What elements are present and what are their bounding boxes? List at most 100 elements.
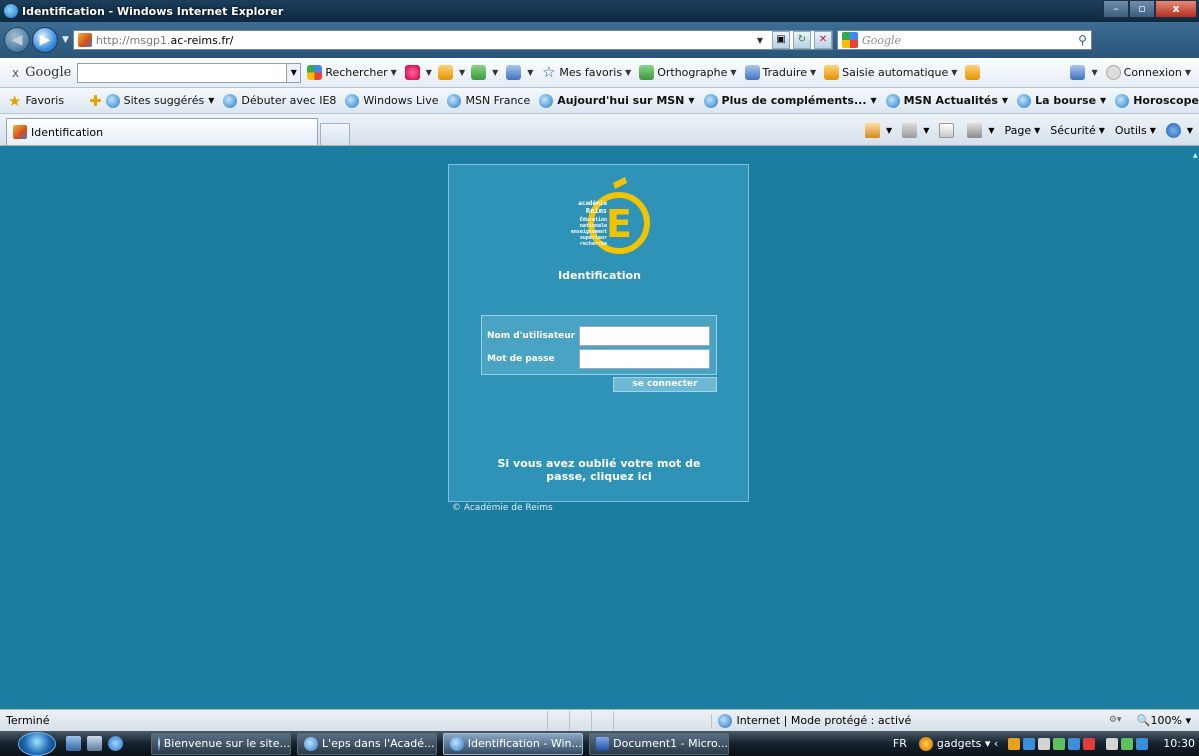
language-indicator[interactable]: FR bbox=[893, 737, 907, 750]
login-panel: E académie Reims Éducation nationale ens… bbox=[448, 164, 749, 502]
search-field[interactable]: Google ⚲ bbox=[836, 30, 1092, 50]
taskbar-button-active[interactable]: Identification - Win... bbox=[443, 732, 583, 755]
close-button[interactable]: x bbox=[1155, 0, 1197, 18]
popup-blocker-button[interactable]: ▼ bbox=[506, 65, 533, 80]
forward-button[interactable]: ▶ bbox=[32, 27, 58, 53]
orthographe-button[interactable]: Orthographe ▼ bbox=[639, 65, 737, 80]
new-tab-button[interactable] bbox=[320, 123, 350, 145]
page-menu[interactable]: Page ▼ bbox=[1005, 124, 1041, 137]
traduire-label: Traduire bbox=[762, 66, 807, 79]
fav-sites-suggeres[interactable]: Sites suggérés ▼ bbox=[105, 93, 214, 108]
window-controls: – ▫ x bbox=[1103, 0, 1197, 18]
google-search-dropdown-icon[interactable]: ▼ bbox=[287, 62, 302, 83]
ie-page-icon bbox=[447, 93, 462, 108]
search-icon[interactable]: ⚲ bbox=[1078, 33, 1087, 47]
ie-icon bbox=[304, 736, 318, 751]
taskbar-button[interactable]: Document1 - Micro... bbox=[589, 732, 729, 755]
ie-page-icon bbox=[1017, 93, 1032, 108]
ie-page-icon bbox=[885, 93, 900, 108]
outils-menu[interactable]: Outils ▼ bbox=[1115, 124, 1156, 137]
fav-windows-live[interactable]: Windows Live bbox=[345, 93, 438, 108]
fav-msn-france[interactable]: MSN France bbox=[447, 93, 530, 108]
ie-icon bbox=[158, 736, 160, 751]
login-button[interactable]: se connecter bbox=[613, 377, 717, 392]
rechercher-button[interactable]: Rechercher ▼ bbox=[307, 65, 397, 80]
protected-mode-icon[interactable]: ⚙▾ bbox=[1109, 715, 1123, 727]
refresh-icon[interactable]: ↻ bbox=[792, 31, 811, 49]
svg-text:supérieur: supérieur bbox=[580, 234, 607, 241]
mail-button[interactable] bbox=[939, 122, 957, 138]
user-circle-icon bbox=[1105, 65, 1121, 80]
connexion-button[interactable]: Connexion ▼ bbox=[1105, 65, 1191, 80]
rechercher-label: Rechercher bbox=[325, 66, 388, 79]
fav-aujourdhui-msn[interactable]: Aujourd'hui sur MSN ▼ bbox=[539, 93, 695, 108]
fav-debuter-ie8[interactable]: Débuter avec IE8 bbox=[223, 93, 336, 108]
securite-menu[interactable]: Sécurité ▼ bbox=[1050, 124, 1105, 137]
feeds-button[interactable]: ▼ bbox=[902, 122, 929, 138]
globe-icon bbox=[718, 713, 733, 728]
traduire-button[interactable]: Traduire ▼ bbox=[744, 65, 816, 80]
page-content: E académie Reims Éducation nationale ens… bbox=[0, 146, 1199, 709]
mes-favoris-button[interactable]: ☆ Mes favoris ▼ bbox=[541, 65, 631, 80]
ie-icon bbox=[450, 736, 464, 751]
forgot-password-link[interactable]: Si vous avez oublié votre mot de passe, … bbox=[479, 457, 719, 483]
switch-windows-icon[interactable] bbox=[87, 736, 102, 751]
fav-la-bourse[interactable]: La bourse ▼ bbox=[1017, 93, 1106, 108]
vertical-scrollbar[interactable]: ▲ bbox=[1193, 146, 1199, 709]
fav-horoscope[interactable]: Horoscope▼ bbox=[1115, 93, 1199, 108]
plus-icon bbox=[471, 65, 487, 80]
close-toolbar-button[interactable]: x bbox=[12, 66, 19, 80]
copyright-text: © Académie de Reims bbox=[452, 503, 553, 513]
tab-label: Identification bbox=[31, 125, 104, 139]
status-cells bbox=[547, 710, 635, 731]
address-field[interactable]: http://msgp1.ac-reims.fr/ ▼ ▣ ↻ ✕ bbox=[72, 30, 833, 50]
home-icon bbox=[865, 122, 881, 138]
saisie-automatique-button[interactable]: Saisie automatique ▼ bbox=[824, 65, 983, 80]
printer-icon bbox=[967, 122, 983, 138]
favoris-button[interactable]: Favoris bbox=[25, 94, 64, 107]
toolbar-extras[interactable]: ▼ ▼ ▼ bbox=[404, 65, 498, 80]
taskbar-button[interactable]: Bienvenue sur le site... bbox=[151, 732, 291, 755]
taskbar-button[interactable]: L'eps dans l'Acadé... bbox=[297, 732, 437, 755]
password-label: Mot de passe bbox=[487, 354, 555, 364]
google-toolbar: x Google ▼ Rechercher ▼ ▼ ▼ ▼ ▼ ☆ Mes fav… bbox=[0, 58, 1199, 88]
forgot-line-1: Si vous avez oublié votre mot de bbox=[497, 457, 701, 470]
gadgets-button[interactable]: gadgets ▾ ‹ bbox=[918, 736, 998, 751]
scroll-up-icon[interactable]: ▲ bbox=[1193, 152, 1199, 159]
orthographe-label: Orthographe bbox=[657, 66, 728, 79]
favorites-star-icon: ★ bbox=[8, 91, 22, 110]
stop-icon[interactable]: ✕ bbox=[813, 31, 832, 49]
fav-plus-complements[interactable]: Plus de compléments... ▼ bbox=[703, 93, 877, 108]
settings-wrench-button[interactable]: ▼ bbox=[1070, 65, 1098, 80]
add-favorite-icon[interactable]: ✚ bbox=[89, 92, 102, 110]
maximize-button[interactable]: ▫ bbox=[1129, 0, 1155, 18]
history-dropdown-icon[interactable]: ▼ bbox=[62, 35, 69, 45]
clock[interactable]: 10:30 bbox=[1163, 737, 1195, 750]
print-button[interactable]: ▼ bbox=[967, 122, 995, 138]
security-zone[interactable]: Internet | Mode protégé : activé bbox=[711, 713, 911, 728]
google-search-input[interactable] bbox=[77, 62, 288, 83]
username-input[interactable] bbox=[579, 326, 710, 346]
password-input[interactable] bbox=[579, 349, 710, 369]
favorites-bar: ★ Favoris ✚ Sites suggérés ▼ Débuter avec… bbox=[0, 88, 1199, 114]
address-dropdown-icon[interactable]: ▼ bbox=[757, 36, 769, 45]
ie-quicklaunch-icon[interactable] bbox=[108, 736, 123, 751]
tab-identification[interactable]: Identification bbox=[6, 118, 318, 145]
help-button[interactable]: ▼ bbox=[1165, 122, 1193, 138]
translate-icon bbox=[744, 65, 760, 80]
zoom-level[interactable]: 🔍100% ▾ bbox=[1137, 714, 1191, 727]
start-button[interactable] bbox=[18, 731, 56, 756]
connexion-label: Connexion bbox=[1123, 66, 1182, 79]
url-text: http://msgp1.ac-reims.fr/ bbox=[95, 33, 234, 47]
page-title: Identification bbox=[558, 269, 641, 282]
tray-icons[interactable] bbox=[1008, 737, 1151, 750]
show-desktop-icon[interactable] bbox=[66, 736, 81, 751]
compatibility-view-icon[interactable]: ▣ bbox=[771, 31, 790, 49]
svg-text:Reims: Reims bbox=[586, 207, 607, 215]
word-icon bbox=[596, 736, 610, 751]
home-button[interactable]: ▼ bbox=[865, 122, 892, 138]
address-bar: ◀ ▶ ▼ http://msgp1.ac-reims.fr/ ▼ ▣ ↻ ✕ … bbox=[0, 22, 1199, 58]
minimize-button[interactable]: – bbox=[1103, 0, 1129, 18]
back-button[interactable]: ◀ bbox=[4, 27, 30, 53]
fav-msn-actualites[interactable]: MSN Actualités ▼ bbox=[885, 93, 1008, 108]
